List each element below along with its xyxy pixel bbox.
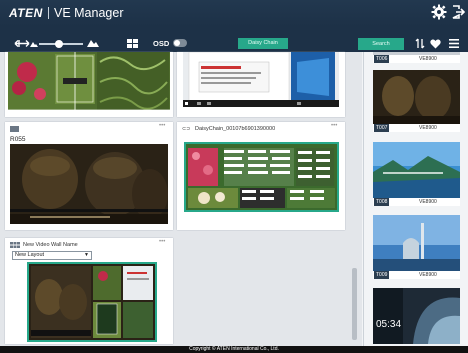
chevron-down-icon: ▼: [84, 252, 89, 258]
sidebar-divider: [363, 52, 364, 346]
video-wall-name: New Video Wall Name: [23, 242, 78, 248]
device-preview: [373, 142, 460, 198]
aten-logo: ATEN: [9, 6, 43, 20]
panel-video-wall-2[interactable]: [177, 51, 345, 117]
device-id: T006: [374, 55, 390, 63]
layout-select[interactable]: New Layout ▼: [12, 251, 92, 260]
panel-options-icon[interactable]: •••: [331, 123, 337, 129]
osd-label: OSD: [153, 39, 170, 48]
clock-text: 05:34: [376, 319, 402, 330]
daisy-chain-preview: [184, 142, 339, 212]
device-id: T008: [374, 198, 390, 206]
device-thumb-t007[interactable]: T007 VE8900: [373, 70, 460, 134]
panel-daisy-chain[interactable]: ⊂⊃ DaisyChain_00107b6901390000 •••: [177, 122, 345, 230]
large-mountain-icon: [87, 40, 99, 47]
device-model: VE8900: [419, 272, 437, 278]
device-label: T008 VE8900: [373, 198, 460, 206]
daisy-chain-name: DaisyChain_00107b6901390000: [195, 126, 276, 132]
menu-icon[interactable]: [449, 39, 459, 48]
resize-icon[interactable]: [14, 38, 30, 49]
content-scrollbar[interactable]: [352, 268, 357, 340]
panel-1-preview: [8, 52, 170, 111]
device-label: T009 VE8900: [373, 271, 460, 279]
gear-icon[interactable]: [431, 4, 447, 20]
title-divider: [48, 7, 49, 19]
panel-options-icon[interactable]: •••: [159, 123, 165, 129]
device-thumb-lockscreen[interactable]: 05:34: [373, 288, 460, 344]
video-wall-preview: [27, 262, 157, 342]
search-button[interactable]: Search: [358, 38, 404, 50]
device-thumb-t008[interactable]: T008 VE8900: [373, 142, 460, 208]
panel-options-icon[interactable]: •••: [159, 239, 165, 245]
link-icon: ⊂⊃: [182, 126, 191, 132]
grid-icon[interactable]: [127, 39, 138, 48]
display-icon: [10, 126, 19, 132]
device-label: T007 VE8900: [373, 124, 460, 132]
device-preview: [373, 70, 460, 124]
device-label: T006 VE8900: [373, 55, 460, 63]
osd-toggle[interactable]: [173, 39, 187, 47]
app-title: VE Manager: [54, 6, 124, 20]
device-id: T009: [374, 271, 390, 279]
device-thumb-t006[interactable]: T006 VE8900: [373, 52, 460, 64]
sort-icon[interactable]: [415, 38, 425, 49]
panel-label: R055: [10, 136, 26, 143]
logout-icon[interactable]: [450, 4, 466, 20]
device-preview: [373, 288, 460, 344]
device-model: VE8900: [419, 56, 437, 62]
device-id: T007: [374, 124, 390, 132]
zoom-slider-knob[interactable]: [54, 40, 63, 48]
heart-icon[interactable]: [430, 39, 441, 49]
footer: Copyright © ATEN International Co., Ltd.: [0, 346, 468, 353]
device-model: VE8900: [419, 199, 437, 205]
daisy-chain-button[interactable]: Daisy Chain: [238, 38, 288, 49]
device-model: VE8900: [419, 125, 437, 131]
video-wall-icon: [10, 242, 20, 248]
copyright-text: Copyright © ATEN International Co., Ltd.: [189, 346, 279, 352]
panel-r055[interactable]: R055 •••: [5, 122, 173, 230]
device-preview: [373, 215, 460, 271]
small-mountain-icon: [30, 42, 38, 47]
layout-select-value: New Layout: [15, 252, 45, 258]
panel-video-wall-1[interactable]: [5, 52, 173, 117]
device-thumb-t009[interactable]: T009 VE8900: [373, 215, 460, 281]
r055-preview: [10, 144, 168, 224]
panel-2-preview: [183, 51, 339, 107]
